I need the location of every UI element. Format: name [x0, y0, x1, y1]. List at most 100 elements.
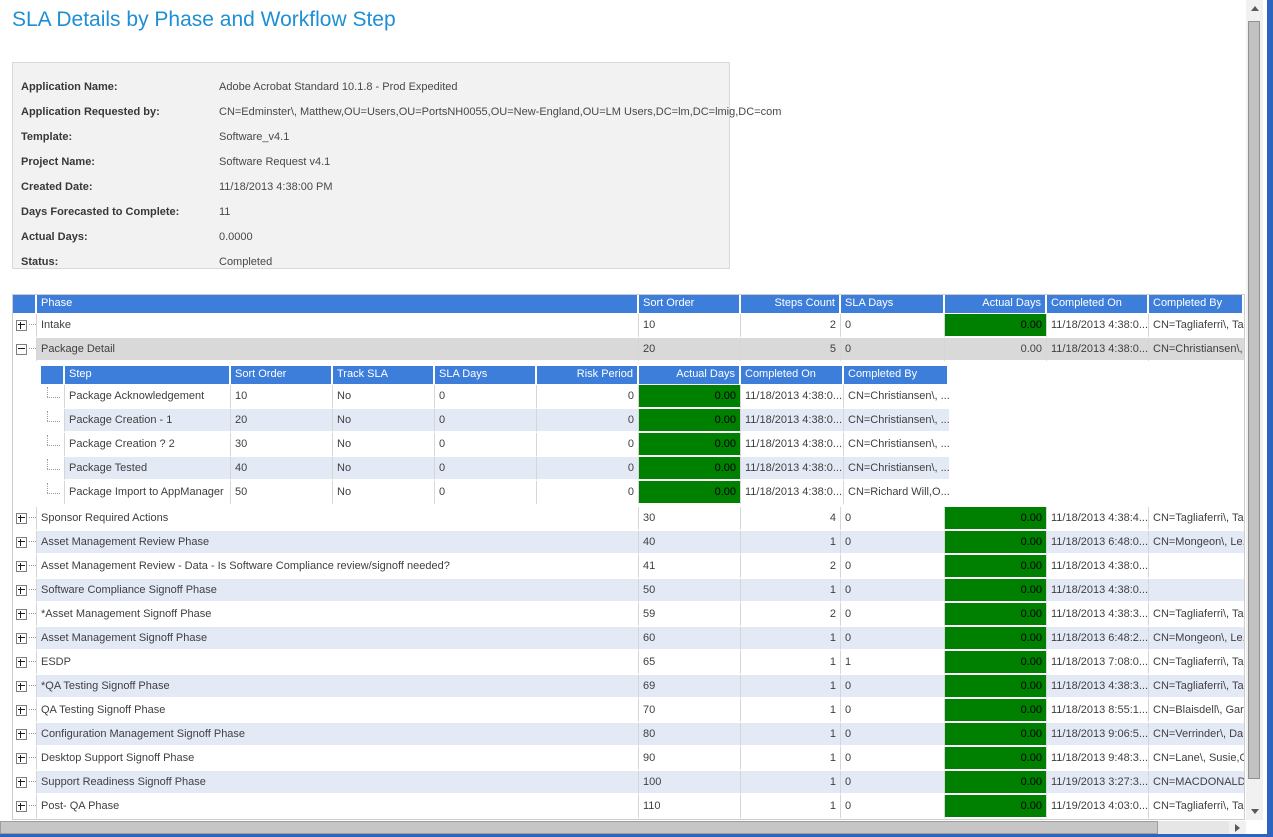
expand-cell[interactable]	[13, 627, 37, 651]
expand-cell[interactable]	[13, 338, 37, 362]
scroll-down-button[interactable]	[1246, 803, 1263, 820]
sort-order: 20	[639, 338, 741, 362]
expand-cell[interactable]	[13, 699, 37, 723]
horizontal-scrollbar[interactable]	[0, 821, 1246, 834]
completed-by: CN=Christiansen\, ...	[1149, 338, 1244, 362]
completed-by: CN=Tagliaferri\, Ta...	[1149, 795, 1244, 819]
completed-by: CN=Blaisdell\, Gar...	[1149, 699, 1244, 723]
expand-cell[interactable]	[13, 579, 37, 603]
step-name: Package Tested	[65, 457, 231, 481]
phase-name: QA Testing Signoff Phase	[37, 699, 639, 723]
expand-icon[interactable]	[16, 681, 27, 692]
column-header: Steps Count	[741, 295, 841, 314]
expand-cell[interactable]	[13, 507, 37, 531]
tree-cell	[41, 433, 65, 457]
tree-branch-icon	[45, 481, 61, 503]
track-sla: No	[333, 457, 435, 481]
expand-cell[interactable]	[13, 723, 37, 747]
phase-name: Support Readiness Signoff Phase	[37, 771, 639, 795]
step-row: Package Acknowledgement10No000.0011/18/2…	[41, 385, 949, 409]
tree-dots	[29, 757, 37, 759]
tree-dots	[29, 589, 37, 591]
expand-cell[interactable]	[13, 314, 37, 338]
phase-row: Asset Management Signoff Phase60100.0011…	[13, 627, 1244, 651]
phase-row: Software Compliance Signoff Phase50100.0…	[13, 579, 1244, 603]
actual-days: 0.00	[639, 481, 741, 505]
expand-icon[interactable]	[16, 801, 27, 812]
actual-days: 0.00	[639, 433, 741, 457]
sort-order: 50	[639, 579, 741, 603]
tree-cell	[41, 409, 65, 433]
tree-branch-icon	[45, 385, 61, 407]
sort-order: 50	[231, 481, 333, 505]
expand-cell[interactable]	[13, 555, 37, 579]
scroll-right-button[interactable]	[1229, 821, 1246, 834]
actual-days: 0.00	[945, 771, 1047, 795]
track-sla: No	[333, 481, 435, 505]
sla-days: 0	[841, 507, 945, 531]
tree-dots	[29, 661, 37, 663]
phase-row: Sponsor Required Actions30400.0011/18/20…	[13, 507, 1244, 531]
expand-icon[interactable]	[16, 320, 27, 331]
horizontal-scrollbar-thumb[interactable]	[0, 821, 1158, 834]
expand-icon[interactable]	[16, 633, 27, 644]
step-name: Package Creation - 1	[65, 409, 231, 433]
phase-name: *QA Testing Signoff Phase	[37, 675, 639, 699]
expand-icon[interactable]	[16, 705, 27, 716]
sla-days: 0	[435, 457, 537, 481]
expand-cell[interactable]	[13, 675, 37, 699]
expand-cell[interactable]	[13, 795, 37, 819]
info-field-label: Application Name:	[21, 81, 219, 93]
completed-on: 11/18/2013 4:38:0...	[741, 409, 844, 433]
steps-count: 1	[741, 699, 841, 723]
expand-icon[interactable]	[16, 513, 27, 524]
actual-days: 0.00	[639, 457, 741, 481]
tree-dots	[29, 685, 37, 687]
sort-order: 110	[639, 795, 741, 819]
sla-days: 0	[841, 747, 945, 771]
expand-icon[interactable]	[16, 537, 27, 548]
expand-cell[interactable]	[13, 747, 37, 771]
actual-days: 0.00	[639, 385, 741, 409]
steps-count: 1	[741, 723, 841, 747]
phase-row: Post- QA Phase110100.0011/19/2013 4:03:0…	[13, 795, 1244, 819]
report-window: SLA Details by Phase and Workflow Step A…	[0, 0, 1273, 837]
sort-order: 40	[639, 531, 741, 555]
vertical-scrollbar[interactable]	[1246, 0, 1263, 820]
completed-by	[1149, 579, 1244, 603]
tree-dots	[29, 565, 37, 567]
expand-icon[interactable]	[16, 777, 27, 788]
header-spacer	[13, 295, 37, 314]
expand-icon[interactable]	[16, 585, 27, 596]
info-field-value: Software_v4.1	[219, 131, 289, 143]
triangle-up-icon	[1251, 6, 1259, 11]
sort-order: 70	[639, 699, 741, 723]
completed-on: 11/18/2013 4:38:0...	[1047, 338, 1149, 362]
expand-cell[interactable]	[13, 531, 37, 555]
steps-count: 1	[741, 651, 841, 675]
collapse-icon[interactable]	[16, 344, 27, 355]
phase-name: Package Detail	[37, 338, 639, 362]
expand-cell[interactable]	[13, 603, 37, 627]
steps-count: 2	[741, 314, 841, 338]
scroll-up-button[interactable]	[1246, 0, 1263, 17]
sla-days: 0	[841, 627, 945, 651]
info-field-label: Template:	[21, 131, 219, 143]
completed-on: 11/18/2013 4:38:0...	[1047, 579, 1149, 603]
phase-name: Asset Management Review Phase	[37, 531, 639, 555]
info-row: Application Requested by:CN=Edminster\, …	[21, 99, 729, 124]
expand-icon[interactable]	[16, 729, 27, 740]
column-header: SLA Days	[841, 295, 945, 314]
vertical-scrollbar-thumb[interactable]	[1248, 21, 1260, 779]
completed-on: 11/18/2013 6:48:2...	[1047, 627, 1149, 651]
completed-on: 11/19/2013 3:27:3...	[1047, 771, 1149, 795]
expand-cell[interactable]	[13, 651, 37, 675]
expand-cell[interactable]	[13, 771, 37, 795]
expand-icon[interactable]	[16, 609, 27, 620]
expand-icon[interactable]	[16, 561, 27, 572]
expand-icon[interactable]	[16, 657, 27, 668]
info-row: Created Date:11/18/2013 4:38:00 PM	[21, 174, 729, 199]
expand-icon[interactable]	[16, 753, 27, 764]
sort-order: 80	[639, 723, 741, 747]
actual-days: 0.00	[639, 409, 741, 433]
